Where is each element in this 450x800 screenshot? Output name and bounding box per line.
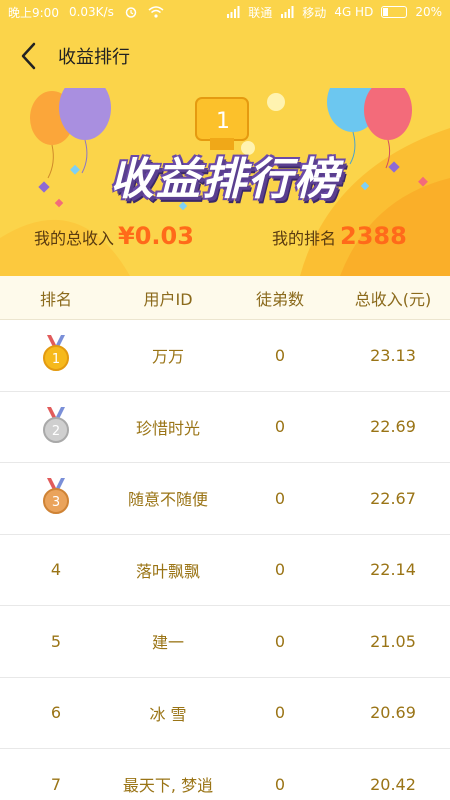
total-income: 22.14 — [370, 560, 416, 580]
battery-icon — [381, 6, 408, 18]
banner-title: 收益排行榜 — [110, 154, 340, 205]
rank-number: 5 — [50, 631, 62, 651]
status-carrier1: 联通 — [248, 5, 273, 20]
app-bar: 收益排行 — [0, 24, 450, 88]
user-id: 最天下, 梦逍 — [122, 776, 214, 796]
total-income: 20.69 — [370, 703, 416, 723]
user-id: 冰 雪 — [149, 704, 187, 724]
bronze-medal-icon: 3 — [43, 478, 69, 515]
header-rank: 排名 — [39, 289, 72, 309]
user-id: 建一 — [151, 633, 184, 653]
table-row[interactable]: 4 落叶飘飘 0 22.14 — [0, 534, 450, 606]
total-income: 23.13 — [370, 345, 416, 365]
ranking-banner: 1 收益排行榜 我的总收入 ¥0.03 我的排名 2388 — [0, 88, 450, 276]
table-header: 排名 用户ID 徒弟数 总收入(元) — [0, 276, 450, 320]
table-row[interactable]: 5 建一 0 21.05 — [0, 606, 450, 678]
total-income: 21.05 — [370, 631, 416, 651]
header-user-id: 用户ID — [143, 289, 193, 309]
apprentice-count: 0 — [274, 703, 286, 723]
my-rank: 我的排名 2388 — [272, 222, 407, 250]
status-bar: 晚上9:00 0.03K/s 联通 移动 4G HD 20% — [0, 0, 450, 24]
table-row[interactable]: 7 最天下, 梦逍 0 20.42 — [0, 749, 450, 800]
user-id: 随意不随便 — [127, 490, 208, 510]
status-network: 4G HD — [334, 5, 374, 19]
apprentice-count: 0 — [274, 345, 286, 365]
rank-number: 4 — [50, 560, 62, 580]
user-id: 落叶飘飘 — [135, 561, 200, 581]
header-apprentices: 徒弟数 — [255, 289, 304, 309]
apprentice-count: 0 — [274, 774, 286, 794]
silver-medal-icon: 2 — [43, 406, 69, 443]
svg-text:3: 3 — [52, 495, 60, 510]
table-row[interactable]: 3 随意不随便 0 22.67 — [0, 463, 450, 535]
user-id: 珍惜时光 — [135, 418, 200, 438]
signal-icon — [226, 6, 240, 18]
apprentice-count: 0 — [274, 417, 286, 437]
my-income-label: 我的总收入 — [34, 229, 115, 248]
apprentice-count: 0 — [274, 488, 286, 508]
header-income: 总收入(元) — [354, 289, 432, 309]
status-time: 晚上9:00 — [8, 5, 59, 20]
gold-medal-icon: 1 — [43, 335, 69, 372]
svg-text:1: 1 — [52, 352, 60, 367]
status-speed: 0.03K/s — [68, 5, 114, 19]
total-income: 20.42 — [370, 774, 416, 794]
table-row[interactable]: 2 珍惜时光 0 22.69 — [0, 391, 450, 463]
table-row[interactable]: 1 万万 0 23.13 — [0, 320, 450, 392]
apprentice-count: 0 — [274, 560, 286, 580]
signal-icon — [280, 6, 294, 18]
alarm-icon — [124, 6, 138, 18]
chevron-left-icon — [21, 42, 36, 70]
wifi-icon — [148, 6, 164, 18]
my-income: 我的总收入 ¥0.03 — [34, 222, 194, 250]
back-button[interactable] — [0, 24, 58, 88]
status-battery: 20% — [415, 5, 442, 19]
rank-number: 7 — [50, 774, 62, 794]
ranking-list: 1 万万 0 23.13 2 珍惜时光 0 22.69 3 随意不随便 0 22 — [0, 320, 450, 800]
status-carrier2: 移动 — [302, 5, 327, 20]
my-income-value: ¥0.03 — [118, 222, 194, 250]
user-id: 万万 — [151, 347, 184, 367]
total-income: 22.67 — [370, 488, 416, 508]
total-income: 22.69 — [370, 417, 416, 437]
rank-number: 6 — [50, 703, 62, 723]
table-row[interactable]: 6 冰 雪 0 20.69 — [0, 677, 450, 749]
page-title: 收益排行 — [58, 47, 130, 68]
my-rank-label: 我的排名 — [272, 229, 337, 248]
svg-text:2: 2 — [52, 424, 60, 439]
my-rank-value: 2388 — [340, 222, 407, 250]
apprentice-count: 0 — [274, 631, 286, 651]
svg-text:1: 1 — [216, 109, 230, 134]
